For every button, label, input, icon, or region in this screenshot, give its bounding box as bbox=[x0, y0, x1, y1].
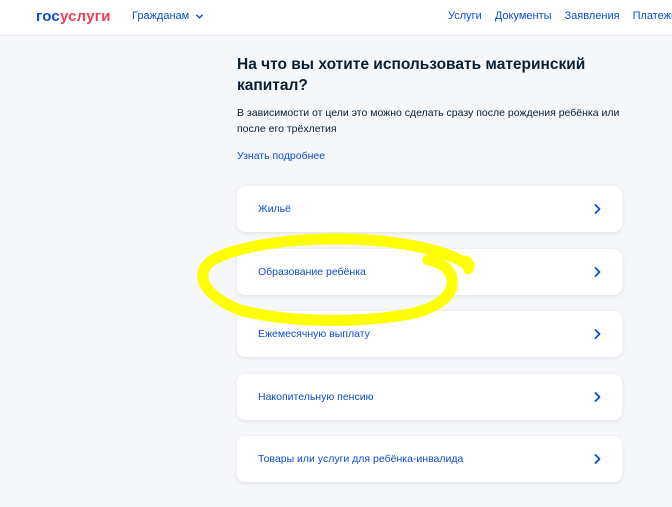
audience-dropdown[interactable]: Гражданам bbox=[132, 10, 204, 22]
option-disabled-child-goods[interactable]: Товары или услуги для ребёнка-инвалида bbox=[237, 436, 622, 482]
options-list: Жильё Образование ребёнка Ежемесячную вы… bbox=[237, 186, 622, 499]
option-label: Жильё bbox=[258, 203, 291, 215]
audience-label: Гражданам bbox=[132, 10, 190, 22]
option-label: Образование ребёнка bbox=[258, 265, 366, 278]
top-header: госуслуги Гражданам Услуги Документы Зая… bbox=[0, 0, 672, 36]
option-monthly-payment[interactable]: Ежемесячную выплату bbox=[237, 311, 622, 357]
nav-link-applications[interactable]: Заявления bbox=[565, 10, 620, 22]
nav-link-documents[interactable]: Документы bbox=[495, 10, 552, 22]
logo-text-part1: гос bbox=[36, 8, 60, 25]
chevron-right-icon bbox=[594, 329, 601, 339]
page-subtitle: В зависимости от цели это можно сделать … bbox=[237, 107, 620, 135]
nav-link-payments[interactable]: Платежи bbox=[633, 10, 672, 22]
nav-link-services[interactable]: Услуги bbox=[448, 10, 482, 22]
option-label: Накопительную пенсию bbox=[258, 390, 374, 403]
chevron-right-icon bbox=[594, 266, 601, 277]
option-label: Ежемесячную выплату bbox=[258, 328, 370, 340]
learn-more-link[interactable]: Узнать подробнее bbox=[237, 150, 627, 162]
option-label: Товары или услуги для ребёнка-инвалида bbox=[258, 453, 464, 465]
chevron-down-icon bbox=[196, 13, 204, 19]
option-housing[interactable]: Жильё bbox=[237, 186, 622, 232]
chevron-right-icon bbox=[594, 204, 601, 214]
question-section: На что вы хотите использовать матерински… bbox=[237, 54, 627, 162]
chevron-right-icon bbox=[594, 454, 601, 464]
gosuslugi-logo[interactable]: госуслуги bbox=[36, 8, 111, 25]
chevron-right-icon bbox=[594, 391, 601, 402]
top-nav: Услуги Документы Заявления Платежи bbox=[448, 10, 672, 22]
logo-text-part2: услуги bbox=[59, 8, 111, 25]
option-education[interactable]: Образование ребёнка bbox=[237, 248, 622, 295]
page-title: На что вы хотите использовать матерински… bbox=[237, 56, 586, 94]
option-pension[interactable]: Накопительную пенсию bbox=[237, 373, 622, 420]
